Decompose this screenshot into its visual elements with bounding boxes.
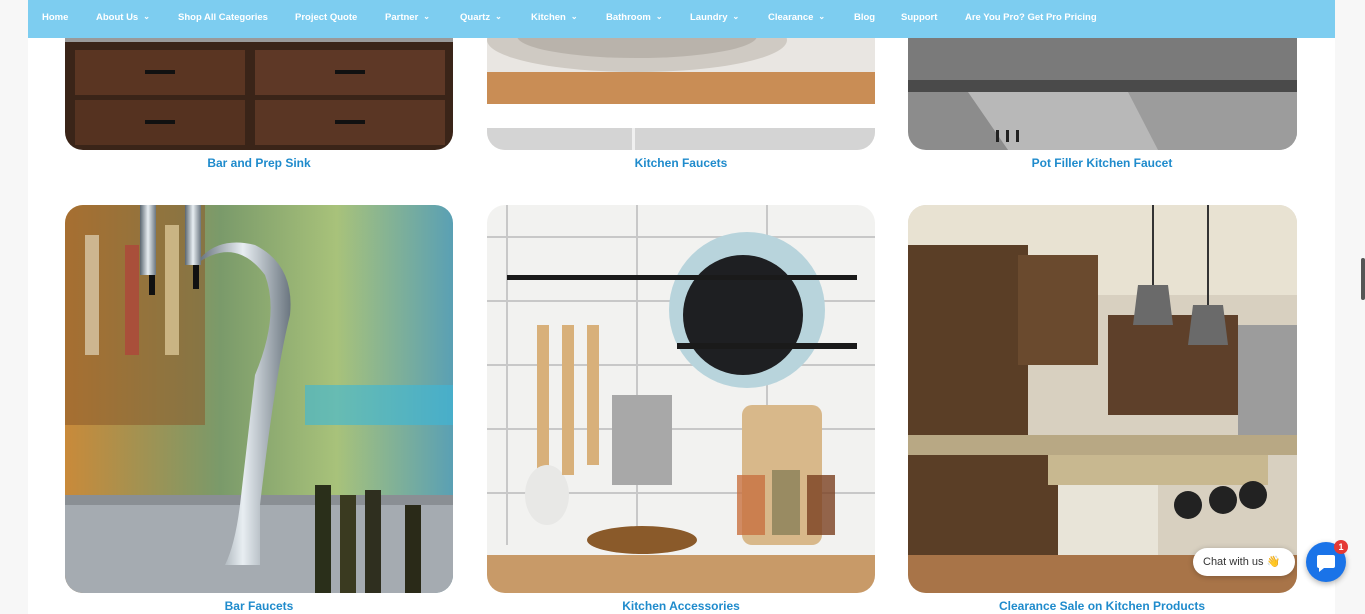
chat-with-us-pill[interactable]: Chat with us 👋 [1193,548,1295,576]
chevron-down-icon: ⌄ [655,12,663,21]
nav-bathroom[interactable]: Bathroom ⌄ [606,12,663,23]
nav-partner[interactable]: Partner ⌄ [385,12,430,23]
tile-label-pot-filler[interactable]: Pot Filler Kitchen Faucet [908,156,1296,170]
chevron-down-icon: ⌄ [732,12,740,21]
bar-faucets-image[interactable] [65,205,453,593]
tile-label-kitchen-accessories[interactable]: Kitchen Accessories [487,599,875,613]
kitchen-accessories-image[interactable] [487,205,875,593]
nav-blog[interactable]: Blog [854,12,875,23]
nav-about-us[interactable]: About Us ⌄ [96,12,150,23]
chevron-down-icon: ⌄ [495,12,502,21]
nav-clearance[interactable]: Clearance ⌄ [768,12,825,23]
nav-pro-pricing[interactable]: Are You Pro? Get Pro Pricing [965,12,1097,23]
nav-shop-all-categories[interactable]: Shop All Categories [178,12,268,23]
main-navigation: Home About Us ⌄ Shop All Categories Proje… [28,0,1335,38]
chevron-down-icon: ⌄ [423,12,430,21]
tile-label-kitchen-faucets[interactable]: Kitchen Faucets [487,156,875,170]
nav-home[interactable]: Home [42,12,68,23]
tile-label-bar-faucets[interactable]: Bar Faucets [65,599,453,613]
nav-support[interactable]: Support [901,12,937,23]
clearance-kitchen-image[interactable] [908,205,1297,593]
chevron-down-icon: ⌄ [143,12,150,21]
tile-label-bar-prep-sink[interactable]: Bar and Prep Sink [65,156,453,170]
nav-laundry[interactable]: Laundry ⌄ [690,12,739,23]
tile-label-clearance-sale[interactable]: Clearance Sale on Kitchen Products [908,599,1296,613]
chat-notification-badge: 1 [1334,540,1348,554]
chevron-down-icon: ⌄ [818,12,826,21]
nav-kitchen[interactable]: Kitchen ⌄ [531,12,578,23]
nav-quartz[interactable]: Quartz ⌄ [460,12,502,23]
nav-project-quote[interactable]: Project Quote [295,12,357,23]
scrollbar-thumb[interactable] [1361,258,1365,300]
chevron-down-icon: ⌄ [570,12,578,21]
